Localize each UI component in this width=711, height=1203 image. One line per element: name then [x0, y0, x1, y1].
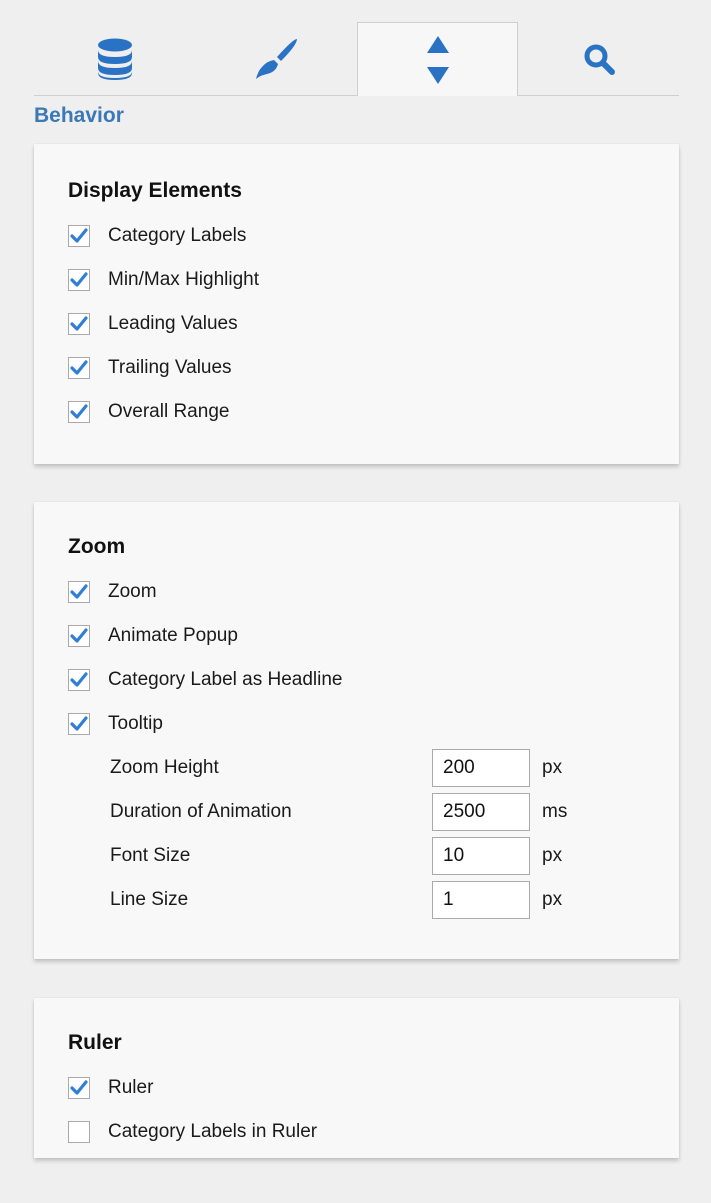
duration-unit: ms	[542, 801, 568, 822]
checkbox-row-overall-range[interactable]: Overall Range	[68, 390, 679, 434]
checkbox[interactable]	[68, 713, 90, 735]
checkbox-row-ruler[interactable]: Ruler	[68, 1066, 679, 1110]
checkbox-label: Ruler	[108, 1077, 154, 1098]
zoom-title: Zoom	[68, 535, 126, 558]
tab-style[interactable]	[195, 22, 356, 95]
checkbox[interactable]	[68, 269, 90, 291]
zoom-card: Zoom Zoom Animate Popup Category Label a…	[34, 502, 679, 959]
checkbox[interactable]	[68, 1077, 90, 1099]
checkmark-icon	[70, 628, 88, 643]
font-size-label: Font Size	[110, 845, 191, 866]
duration-label: Duration of Animation	[110, 801, 292, 822]
checkbox-label: Trailing Values	[108, 357, 232, 378]
checkbox[interactable]	[68, 313, 90, 335]
ruler-card: Ruler Ruler Category Labels in Ruler	[34, 998, 679, 1158]
line-size-input[interactable]	[432, 881, 530, 919]
checkbox[interactable]	[68, 357, 90, 379]
checkbox[interactable]	[68, 401, 90, 423]
search-icon	[583, 43, 615, 75]
tab-bar	[34, 22, 679, 96]
checkmark-icon	[70, 228, 88, 243]
checkmark-icon	[70, 272, 88, 287]
checkbox[interactable]	[68, 225, 90, 247]
checkbox-row-zoom[interactable]: Zoom	[68, 570, 679, 614]
zoom-height-unit: px	[542, 757, 563, 778]
checkbox-row-min-max-highlight[interactable]: Min/Max Highlight	[68, 258, 679, 302]
field-row-font-size: Font Size px	[68, 834, 679, 878]
checkbox[interactable]	[68, 625, 90, 647]
ruler-title: Ruler	[68, 1031, 122, 1054]
tab-behavior[interactable]	[357, 22, 518, 96]
database-icon	[96, 37, 134, 81]
duration-input[interactable]	[432, 793, 530, 831]
tab-search[interactable]	[518, 22, 679, 95]
checkbox-label: Overall Range	[108, 401, 230, 422]
checkbox-row-trailing-values[interactable]: Trailing Values	[68, 346, 679, 390]
display-elements-title: Display Elements	[68, 179, 242, 202]
line-size-label: Line Size	[110, 889, 189, 910]
checkmark-icon	[70, 1080, 88, 1095]
checkbox[interactable]	[68, 669, 90, 691]
checkbox[interactable]	[68, 581, 90, 603]
zoom-height-input[interactable]	[432, 749, 530, 787]
display-elements-card: Display Elements Category Labels Min/Max…	[34, 144, 679, 464]
checkbox-row-tooltip[interactable]: Tooltip	[68, 702, 679, 746]
checkbox-label: Min/Max Highlight	[108, 269, 259, 290]
field-row-line-size: Line Size px	[68, 878, 679, 922]
checkbox-unchecked[interactable]	[68, 1121, 90, 1143]
checkmark-icon	[70, 716, 88, 731]
zoom-height-label: Zoom Height	[110, 757, 219, 778]
tab-data[interactable]	[34, 22, 195, 95]
checkbox-label: Animate Popup	[108, 625, 238, 646]
checkmark-icon	[70, 404, 88, 419]
checkbox-row-category-labels-in-ruler[interactable]: Category Labels in Ruler	[68, 1110, 679, 1154]
sort-arrows-icon	[426, 35, 450, 85]
font-size-unit: px	[542, 845, 563, 866]
brush-icon	[253, 37, 299, 81]
checkbox-label: Tooltip	[108, 713, 163, 734]
checkbox-label: Category Labels in Ruler	[108, 1121, 318, 1142]
checkbox-row-category-labels[interactable]: Category Labels	[68, 214, 679, 258]
checkbox-label: Leading Values	[108, 313, 238, 334]
checkbox-label: Category Label as Headline	[108, 669, 343, 690]
font-size-input[interactable]	[432, 837, 530, 875]
checkbox-row-animate-popup[interactable]: Animate Popup	[68, 614, 679, 658]
checkbox-label: Zoom	[108, 581, 157, 602]
checkmark-icon	[70, 672, 88, 687]
checkmark-icon	[70, 360, 88, 375]
checkmark-icon	[70, 584, 88, 599]
field-row-duration: Duration of Animation ms	[68, 790, 679, 834]
field-row-zoom-height: Zoom Height px	[68, 746, 679, 790]
section-heading: Behavior	[34, 104, 124, 127]
line-size-unit: px	[542, 889, 563, 910]
checkmark-icon	[70, 316, 88, 331]
checkbox-row-leading-values[interactable]: Leading Values	[68, 302, 679, 346]
checkbox-row-category-label-headline[interactable]: Category Label as Headline	[68, 658, 679, 702]
checkbox-label: Category Labels	[108, 225, 247, 246]
